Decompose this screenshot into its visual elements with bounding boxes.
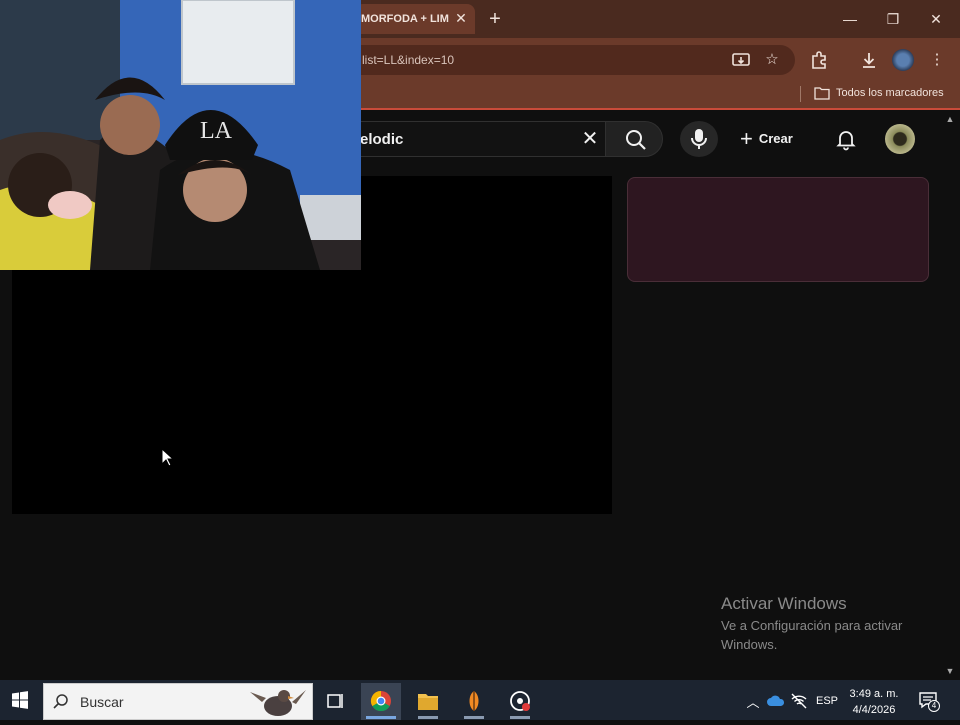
account-avatar[interactable] <box>885 124 915 154</box>
windows-logo-icon <box>12 691 28 709</box>
activate-windows-subtitle: Ve a Configuración para activar Windows. <box>721 618 903 652</box>
clock-date: 4/4/2026 <box>852 704 896 716</box>
svg-text:LA: LA <box>200 118 233 144</box>
browser-menu-icon[interactable]: ⋮ <box>926 49 948 71</box>
notification-count-badge: 4 <box>928 700 940 712</box>
notifications-bell-icon[interactable] <box>834 127 858 151</box>
install-app-icon[interactable] <box>730 49 752 71</box>
clock-time: 3:49 a. m. <box>849 688 899 700</box>
taskbar-file-explorer[interactable] <box>408 683 448 720</box>
extensions-icon[interactable] <box>808 49 830 71</box>
obs-icon <box>510 691 530 711</box>
create-button[interactable]: + Crear <box>740 124 812 154</box>
downloads-icon[interactable] <box>858 49 880 71</box>
taskbar-search-placeholder: Buscar <box>80 694 124 710</box>
restore-button[interactable]: ❐ <box>873 6 913 32</box>
show-hidden-icons-chevron-icon[interactable]: ︿ <box>744 692 762 710</box>
scroll-down-arrow-icon[interactable]: ▼ <box>944 666 956 678</box>
address-bar-url: list=LL&index=10 <box>362 53 455 67</box>
fl-studio-icon <box>469 691 479 711</box>
notification-center-button[interactable]: 4 <box>918 690 940 712</box>
search-button[interactable] <box>605 121 663 157</box>
network-offline-icon[interactable] <box>790 692 808 715</box>
chrome-icon <box>370 690 391 712</box>
tab-close-icon[interactable]: ✕ <box>454 11 468 25</box>
task-view-icon <box>327 694 343 708</box>
task-view-button[interactable] <box>315 683 355 720</box>
sidebar-card[interactable] <box>627 177 929 282</box>
profile-avatar[interactable] <box>892 49 914 71</box>
taskbar-chrome[interactable] <box>361 683 401 720</box>
taskbar-fl-studio[interactable] <box>454 683 494 720</box>
folder-icon <box>814 86 830 104</box>
mouse-cursor-icon <box>161 447 175 468</box>
clock[interactable]: 3:49 a. m. 4/4/2026 <box>838 686 910 718</box>
search-icon <box>626 130 646 150</box>
input-language[interactable]: ESP <box>816 695 838 707</box>
obs-running-indicator <box>510 716 530 719</box>
clear-search-icon[interactable]: ✕ <box>578 127 602 151</box>
fl-running-indicator <box>464 716 484 719</box>
search-icon <box>53 694 68 709</box>
chrome-active-indicator <box>366 716 396 719</box>
search-query: elodic <box>360 131 404 148</box>
close-window-button[interactable]: ✕ <box>916 6 956 32</box>
voice-search-button[interactable] <box>680 121 718 157</box>
onedrive-icon[interactable] <box>766 694 786 713</box>
scroll-up-arrow-icon[interactable]: ▲ <box>944 114 956 126</box>
activate-windows-title: Activar Windows <box>721 594 847 613</box>
webcam-overlay: LA <box>0 0 361 270</box>
plus-icon: + <box>740 126 753 151</box>
minimize-button[interactable]: — <box>830 6 870 32</box>
bookmark-star-icon[interactable]: ☆ <box>761 49 783 71</box>
folder-icon <box>418 694 438 710</box>
bookmarks-separator <box>800 86 801 102</box>
taskbar-obs[interactable] <box>500 683 540 720</box>
create-label: Crear <box>758 131 793 146</box>
bird-illustration-icon <box>250 690 306 716</box>
explorer-running-indicator <box>418 716 438 719</box>
new-tab-button[interactable]: + <box>484 8 506 30</box>
all-bookmarks-link[interactable]: Todos los marcadores <box>836 87 944 99</box>
microphone-icon <box>691 129 707 149</box>
start-button[interactable] <box>0 680 40 720</box>
